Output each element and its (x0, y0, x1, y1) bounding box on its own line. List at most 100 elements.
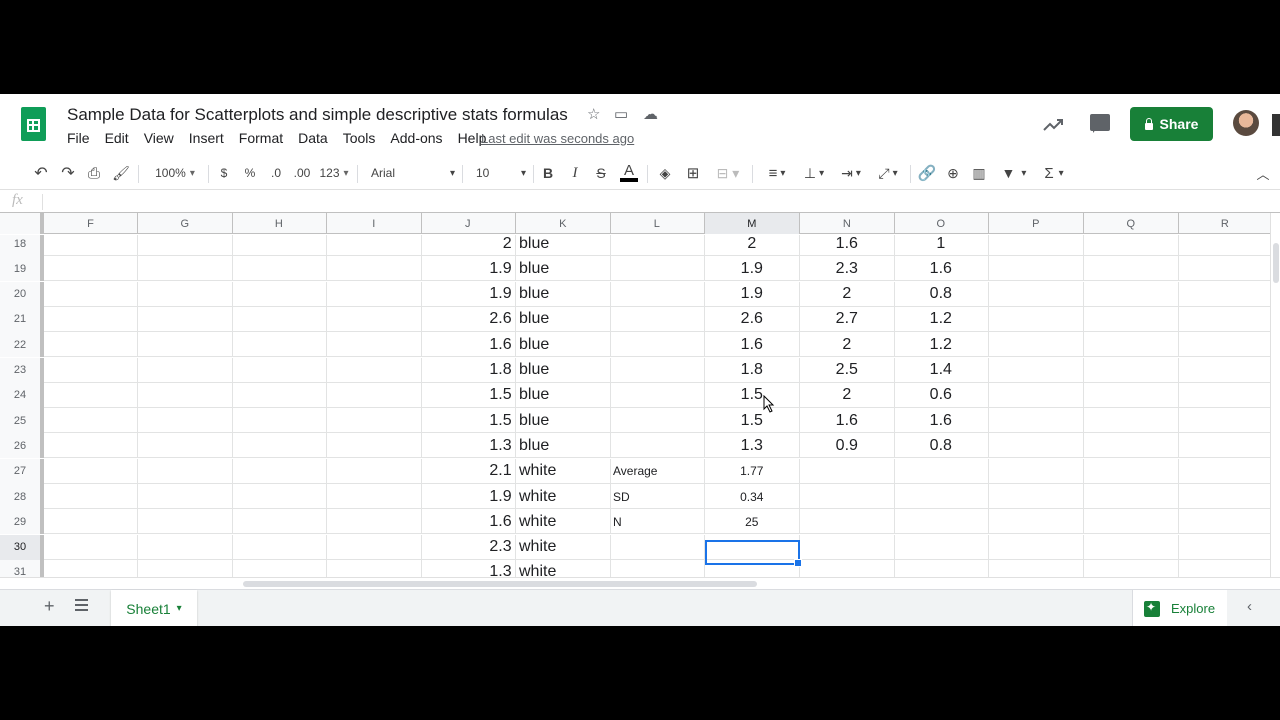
cell-i27[interactable] (327, 458, 422, 484)
side-panel-toggle-icon[interactable]: ‹ (1247, 598, 1252, 615)
cell-o28[interactable] (894, 484, 989, 509)
cell-q28[interactable] (1084, 484, 1179, 509)
row-header[interactable]: 25 (0, 408, 44, 434)
cell-j23[interactable]: 1.8 (421, 357, 516, 383)
row-header[interactable]: 29 (0, 509, 44, 535)
cell-f26[interactable] (44, 433, 138, 459)
cell-h19[interactable] (232, 256, 327, 282)
currency-format-button[interactable]: $ (217, 162, 231, 184)
cell-l26[interactable] (610, 433, 705, 459)
column-header-g[interactable]: G (138, 213, 233, 234)
cell-f19[interactable] (44, 256, 138, 282)
cell-h18[interactable] (232, 235, 327, 256)
cell-h24[interactable] (232, 382, 327, 408)
cell-p21[interactable] (989, 306, 1084, 332)
text-wrapping-icon[interactable]: ⇥ ▾ (836, 162, 866, 184)
last-edit-link[interactable]: Last edit was seconds ago (481, 131, 634, 146)
cell-q24[interactable] (1084, 382, 1179, 408)
cell-n22[interactable]: 2 (800, 332, 895, 358)
cell-q22[interactable] (1084, 332, 1179, 358)
cell-m26[interactable]: 1.3 (705, 433, 800, 459)
cell-k20[interactable]: blue (516, 281, 611, 307)
row-header[interactable]: 23 (0, 357, 44, 383)
text-color-button[interactable]: A (620, 162, 638, 182)
cell-f22[interactable] (44, 332, 138, 358)
cell-k28[interactable]: white (516, 484, 611, 509)
cell-o23[interactable]: 1.4 (894, 357, 989, 383)
column-header-n[interactable]: N (800, 213, 895, 234)
cell-r25[interactable] (1178, 408, 1270, 433)
cell-l30[interactable] (610, 534, 705, 560)
cell-j31[interactable]: 1.3 (421, 559, 516, 577)
cell-r23[interactable] (1178, 358, 1270, 383)
undo-icon[interactable]: ↶ (32, 162, 50, 184)
cell-k27[interactable]: white (516, 458, 611, 484)
cell-l20[interactable] (610, 281, 705, 307)
cell-i19[interactable] (327, 256, 422, 282)
active-cell-selection[interactable] (705, 540, 802, 567)
cell-p30[interactable] (989, 534, 1084, 560)
row-header[interactable]: 30 (0, 534, 44, 560)
cell-l22[interactable] (610, 332, 705, 358)
move-folder-icon[interactable]: ▭ (614, 105, 628, 123)
cell-k30[interactable]: white (516, 534, 611, 560)
cell-o20[interactable]: 0.8 (894, 281, 989, 307)
cell-f25[interactable] (44, 408, 138, 434)
cell-g26[interactable] (138, 433, 233, 459)
menu-file[interactable]: File (67, 130, 90, 146)
column-header-r[interactable]: R (1178, 213, 1273, 234)
cell-i22[interactable] (327, 332, 422, 358)
menu-view[interactable]: View (144, 130, 174, 146)
cell-f29[interactable] (44, 509, 138, 535)
cell-j18[interactable]: 2 (421, 235, 516, 256)
cell-k31[interactable]: white (516, 559, 611, 577)
column-header-l[interactable]: L (610, 213, 705, 234)
cell-i24[interactable] (327, 382, 422, 408)
zoom-select[interactable]: 100% (148, 162, 202, 184)
cell-m25[interactable]: 1.5 (705, 408, 800, 434)
bold-button[interactable]: B (541, 162, 555, 184)
row-header[interactable]: 20 (0, 281, 44, 307)
cell-n30[interactable] (800, 534, 895, 560)
cell-p23[interactable] (989, 357, 1084, 383)
cell-h30[interactable] (232, 534, 327, 560)
cell-i18[interactable] (327, 235, 422, 256)
merge-cells-icon[interactable]: ⊟ ▾ (712, 162, 744, 184)
paint-format-icon[interactable]: 🖌 (112, 162, 130, 184)
cell-g23[interactable] (138, 357, 233, 383)
cell-g20[interactable] (138, 281, 233, 307)
cell-o29[interactable] (894, 509, 989, 535)
sheets-logo-icon[interactable] (21, 107, 46, 141)
menu-edit[interactable]: Edit (105, 130, 129, 146)
cell-n20[interactable]: 2 (800, 281, 895, 307)
fill-color-icon[interactable]: ◈ (656, 162, 674, 184)
row-header[interactable]: 19 (0, 256, 44, 282)
cell-i23[interactable] (327, 357, 422, 383)
cell-m29[interactable]: 25 (705, 509, 800, 535)
cell-p27[interactable] (989, 458, 1084, 484)
cell-l27[interactable]: Average (610, 458, 705, 484)
cell-k26[interactable]: blue (516, 433, 611, 459)
row-header[interactable]: 26 (0, 433, 44, 459)
cell-h31[interactable] (232, 559, 327, 577)
functions-icon[interactable]: Σ ▾ (1040, 162, 1068, 184)
cell-r18[interactable] (1178, 235, 1270, 256)
star-icon[interactable]: ☆ (587, 105, 600, 123)
cell-h29[interactable] (232, 509, 327, 535)
cell-m20[interactable]: 1.9 (705, 281, 800, 307)
horizontal-scrollbar[interactable] (0, 577, 1280, 589)
cell-r29[interactable] (1178, 509, 1270, 534)
print-icon[interactable]: ⎙ (85, 162, 103, 184)
cell-m23[interactable]: 1.8 (705, 357, 800, 383)
cell-k23[interactable]: blue (516, 357, 611, 383)
activity-trend-icon[interactable] (1042, 114, 1064, 136)
percent-format-button[interactable]: % (243, 162, 257, 184)
cell-l23[interactable] (610, 357, 705, 383)
cell-i28[interactable] (327, 484, 422, 509)
cell-p29[interactable] (989, 509, 1084, 535)
cell-r20[interactable] (1178, 282, 1270, 307)
column-header-h[interactable]: H (232, 213, 327, 234)
cell-j22[interactable]: 1.6 (421, 332, 516, 358)
column-header-j[interactable]: J (421, 213, 516, 234)
font-family-select[interactable]: Arial ▾ (371, 162, 455, 184)
